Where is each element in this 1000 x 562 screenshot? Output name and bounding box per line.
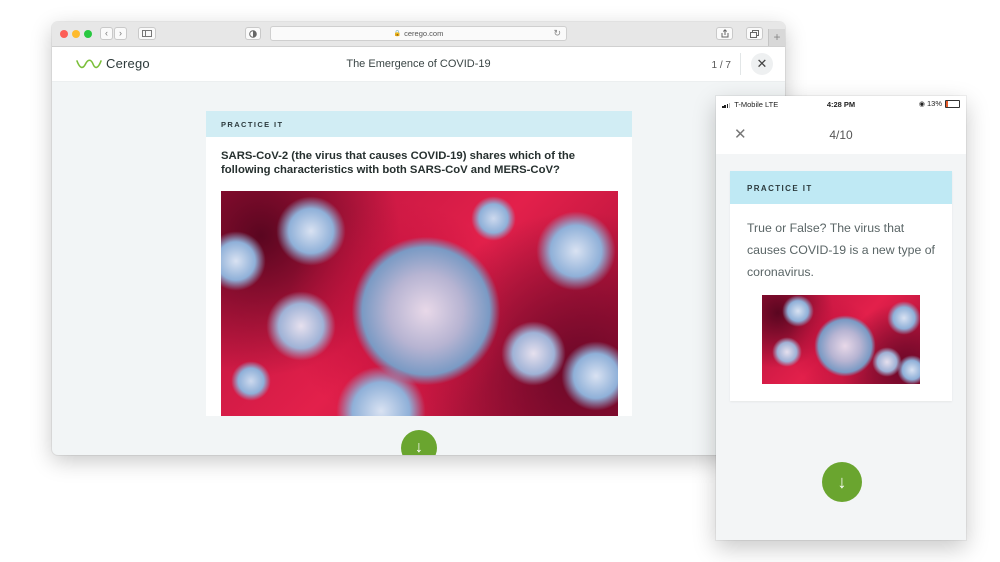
status-battery: ◉ 13% — [919, 99, 960, 108]
sidebar-toggle-button[interactable] — [138, 27, 156, 40]
battery-percent: 13% — [926, 99, 942, 108]
close-button[interactable]: ✕ — [751, 53, 773, 75]
phone-next-button[interactable]: ↓ — [822, 462, 862, 502]
desktop-browser-window: ‹ › 🔒 cerego.com ↻ + Cerego The Emergenc… — [52, 22, 785, 455]
share-button[interactable] — [716, 27, 733, 40]
chevron-right-icon: › — [119, 28, 122, 38]
maximize-window-button[interactable] — [84, 30, 92, 38]
header-divider — [740, 53, 741, 75]
new-tab-button[interactable]: + — [768, 29, 785, 46]
card-header-band: PRACTICE IT — [206, 111, 632, 137]
phone-progress-counter: 4/10 — [829, 128, 853, 142]
phone-card-header-band: PRACTICE IT — [730, 171, 952, 204]
minimize-window-button[interactable] — [72, 30, 80, 38]
phone-practice-card: PRACTICE IT True or False? The virus tha… — [730, 171, 952, 401]
lock-icon: 🔒 — [393, 31, 402, 37]
chevron-left-icon: ‹ — [105, 28, 108, 38]
question-text: SARS-CoV-2 (the virus that causes COVID-… — [221, 150, 576, 176]
browser-toolbar: ‹ › 🔒 cerego.com ↻ + — [52, 22, 785, 47]
phone-question-text: True or False? The virus that causes COV… — [747, 221, 935, 279]
phone-coronavirus-image — [762, 295, 920, 384]
privacy-report-button[interactable] — [245, 27, 261, 40]
reload-icon[interactable]: ↻ — [553, 28, 561, 39]
coronavirus-image — [221, 191, 618, 416]
shield-icon — [249, 29, 257, 38]
app-header: Cerego The Emergence of COVID-19 1 / 7 ✕ — [52, 47, 785, 82]
address-bar-url: cerego.com — [404, 29, 444, 38]
close-window-button[interactable] — [60, 30, 68, 38]
phone-card-label: PRACTICE IT — [747, 184, 813, 193]
sidebar-icon — [142, 30, 152, 37]
status-bar: T-Mobile LTE 4:28 PM ◉ 13% — [716, 96, 966, 114]
address-bar[interactable]: 🔒 cerego.com ↻ — [270, 26, 567, 41]
card-label: PRACTICE IT — [221, 120, 284, 129]
tabs-icon — [750, 29, 759, 38]
arrow-down-icon: ↓ — [837, 471, 847, 492]
share-icon — [721, 29, 728, 38]
battery-icon — [945, 99, 960, 108]
forward-button[interactable]: › — [114, 27, 127, 40]
progress-counter: 1 / 7 — [711, 60, 731, 71]
tabs-overview-button[interactable] — [746, 27, 763, 40]
mobile-device: T-Mobile LTE 4:28 PM ◉ 13% ✕ 4/10 PRACTI… — [716, 96, 966, 540]
back-button[interactable]: ‹ — [100, 27, 113, 40]
close-icon: ✕ — [756, 56, 768, 71]
practice-card: PRACTICE IT SARS-CoV-2 (the virus that c… — [206, 111, 632, 416]
next-button[interactable]: ↓ — [401, 430, 437, 455]
orientation-lock-icon: ◉ — [918, 100, 925, 108]
page-title: The Emergence of COVID-19 — [346, 58, 491, 70]
arrow-down-icon: ↓ — [415, 439, 423, 455]
phone-app-header: ✕ 4/10 — [716, 114, 966, 154]
